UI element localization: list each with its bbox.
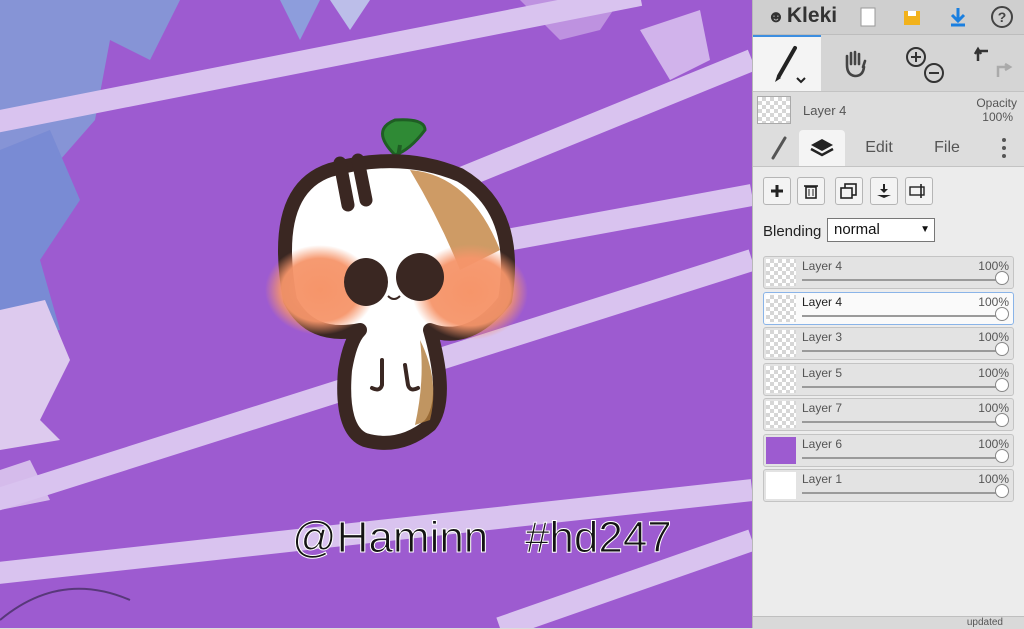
blending-label: Blending [763, 223, 822, 240]
eye-right [396, 253, 444, 301]
panel-tabs: Edit File [753, 130, 1024, 167]
hand-tool-button[interactable] [821, 35, 889, 91]
opacity-slider-handle[interactable] [995, 342, 1009, 356]
opacity-slider-track[interactable] [802, 279, 1001, 281]
layer-thumbnail [766, 472, 796, 499]
opacity-value: 100% [982, 110, 1013, 124]
tab-edit[interactable]: Edit [853, 130, 905, 166]
hand-icon [845, 50, 867, 78]
opacity-slider-handle[interactable] [995, 413, 1009, 427]
brush-icon [775, 46, 806, 84]
plus-icon [771, 185, 783, 197]
tab-file[interactable]: File [921, 130, 973, 166]
layer-name: Layer 1 [802, 472, 843, 486]
layer-row[interactable]: Layer 4 100% [763, 256, 1014, 289]
opacity-slider-handle[interactable] [995, 306, 1009, 321]
layer-name: Layer 3 [802, 330, 843, 344]
opacity-slider-track[interactable] [802, 314, 1001, 317]
layer-opacity: 100% [978, 365, 1009, 380]
layer-row[interactable]: Layer 7 100% [763, 398, 1014, 431]
status-text: updated [966, 617, 1003, 628]
layer-name: Layer 6 [802, 436, 843, 451]
zoom-tool-button[interactable] [889, 35, 957, 91]
blending-value: normal [834, 221, 880, 238]
top-toolbar: ☻Kleki ? [753, 0, 1024, 35]
rename-layer-button[interactable] [905, 177, 933, 205]
rename-icon [909, 184, 925, 198]
current-layer-thumbnail [757, 96, 791, 124]
more-vertical-icon [1002, 138, 1006, 158]
trash-icon [804, 185, 818, 199]
logo-icon: ☻ [767, 7, 785, 26]
layer-thumbnail [766, 294, 796, 322]
blending-select[interactable]: normal ▼ [827, 218, 935, 242]
logo-text: Kleki [786, 4, 838, 27]
save-icon [904, 11, 920, 25]
layer-name: Layer 5 [802, 365, 843, 380]
tool-row [753, 35, 1024, 92]
merge-down-button[interactable] [870, 177, 898, 205]
new-file-icon [860, 7, 876, 27]
layer-row[interactable]: Layer 3 100% [763, 327, 1014, 360]
new-file-button[interactable] [845, 0, 891, 34]
tab-layers[interactable] [799, 130, 845, 166]
delete-layer-button[interactable] [797, 177, 825, 205]
brush-tool-button[interactable] [753, 35, 821, 91]
opacity-slider-track[interactable] [802, 492, 1001, 494]
layer-opacity: 100% [978, 294, 1009, 309]
more-menu-button[interactable] [989, 130, 1019, 166]
layer-thumbnail [766, 436, 796, 464]
duplicate-layer-button[interactable] [835, 177, 863, 205]
add-layer-button[interactable] [763, 177, 791, 205]
layer-thumbnail [766, 365, 796, 393]
opacity-slider-handle[interactable] [995, 271, 1009, 285]
undo-redo-buttons[interactable] [957, 35, 1024, 91]
artwork: @Haminn #hd247 [0, 0, 752, 628]
layer-thumbnail [766, 401, 796, 428]
sidebar: ☻Kleki ? Layer 4 Opacity 100% Edit File … [752, 0, 1024, 629]
opacity-slider-handle[interactable] [995, 448, 1009, 463]
layer-name: Layer 4 [802, 259, 843, 273]
download-button[interactable] [935, 0, 981, 34]
app-logo[interactable]: ☻Kleki [767, 4, 837, 28]
brush-tab-icon [771, 136, 787, 160]
opacity-slider-track[interactable] [802, 421, 1001, 423]
layer-row[interactable]: Layer 6 100% [763, 433, 1014, 467]
bottom-status-bar: updated [753, 616, 1024, 629]
layer-row[interactable]: Layer 4 100% [763, 291, 1014, 325]
opacity-label: Opacity [976, 96, 1017, 110]
opacity-slider-handle[interactable] [995, 377, 1009, 392]
layer-name: Layer 4 [802, 294, 843, 309]
download-icon [950, 8, 966, 27]
current-layer-info: Layer 4 Opacity 100% [753, 92, 1024, 130]
drawing-canvas[interactable]: @Haminn #hd247 [0, 0, 752, 628]
layers-icon [810, 139, 834, 157]
current-layer-name: Layer 4 [803, 103, 847, 118]
tab-brush[interactable] [759, 130, 799, 166]
merge-down-icon [877, 184, 891, 198]
layer-opacity: 100% [978, 436, 1009, 451]
svg-text:?: ? [998, 9, 1007, 25]
duplicate-icon [840, 183, 857, 199]
layer-row[interactable]: Layer 5 100% [763, 362, 1014, 396]
save-button[interactable] [889, 0, 935, 34]
watermark-text: @Haminn #hd247 [292, 513, 672, 562]
layers-panel: Blending normal ▼ Layer 4 100% Layer 4 100%… [753, 167, 1024, 628]
layer-thumbnail [766, 259, 796, 286]
layer-row[interactable]: Layer 1 100% [763, 469, 1014, 502]
opacity-slider-track[interactable] [802, 385, 1001, 388]
opacity-slider-track[interactable] [802, 350, 1001, 352]
help-button[interactable]: ? [979, 0, 1024, 34]
zoom-in-out-icon [906, 47, 944, 83]
undo-redo-icon [973, 46, 1013, 77]
layer-thumbnail [766, 330, 796, 357]
layer-name: Layer 7 [802, 401, 843, 415]
eye-left [344, 258, 388, 306]
help-icon: ? [991, 6, 1013, 28]
opacity-slider-track[interactable] [802, 456, 1001, 459]
opacity-slider-handle[interactable] [995, 484, 1009, 498]
chevron-down-icon: ▼ [920, 224, 930, 235]
